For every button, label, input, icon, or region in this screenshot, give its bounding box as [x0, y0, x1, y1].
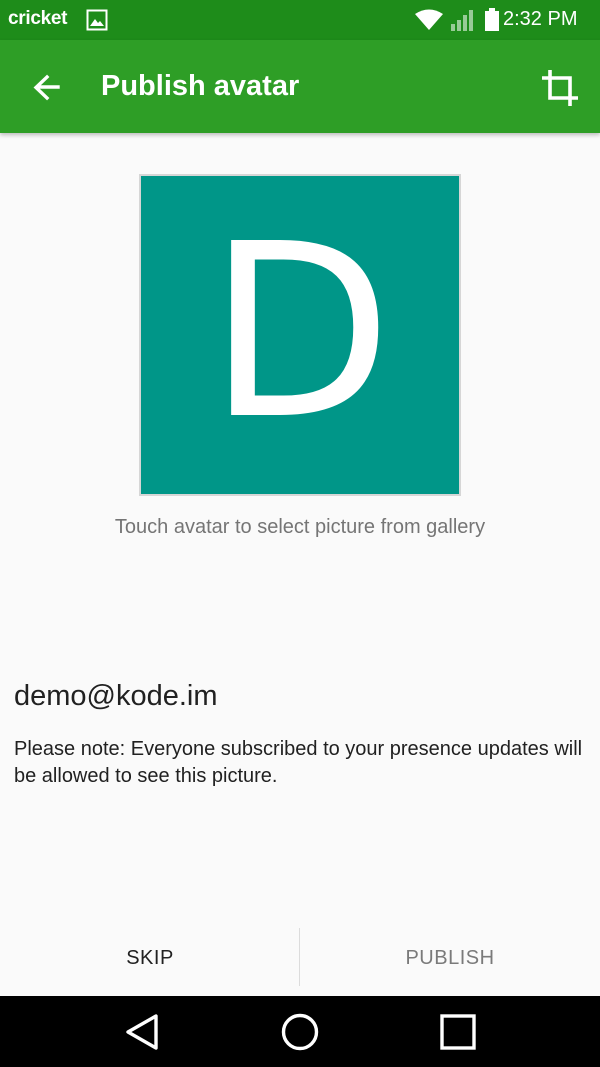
- gallery-icon: [86, 9, 108, 35]
- privacy-note: Please note: Everyone subscribed to your…: [14, 738, 583, 787]
- clock: 2:32 PM: [503, 8, 578, 30]
- app-bar: Publish avatar: [0, 40, 600, 133]
- signal-icon: [450, 9, 476, 35]
- battery-icon: [484, 8, 500, 36]
- nav-back-icon: [120, 1014, 164, 1058]
- screen: cricket 2:32 PM Publish avatar D Touch a…: [0, 0, 600, 1067]
- arrow-back-icon: [22, 74, 70, 116]
- back-button[interactable]: [22, 64, 70, 112]
- avatar-letter: D: [207, 192, 393, 472]
- crop-button[interactable]: [536, 64, 584, 112]
- publish-button[interactable]: PUBLISH: [300, 920, 600, 996]
- nav-home-button[interactable]: [278, 1010, 322, 1054]
- nav-recents-icon: [436, 1014, 480, 1058]
- page-title: Publish avatar: [101, 70, 300, 102]
- skip-button[interactable]: SKIP: [0, 920, 300, 996]
- account-jid: demo@kode.im: [14, 680, 218, 712]
- nav-home-icon: [278, 1013, 322, 1058]
- nav-recents-button[interactable]: [436, 1010, 480, 1054]
- avatar-hint: Touch avatar to select picture from gall…: [114, 516, 486, 538]
- avatar-picker[interactable]: D: [139, 174, 461, 496]
- crop-icon: [536, 70, 584, 116]
- button-bar: SKIP PUBLISH: [0, 920, 600, 996]
- navigation-bar: [0, 996, 600, 1067]
- carrier-name: cricket: [8, 8, 68, 29]
- wifi-icon: [414, 9, 444, 35]
- nav-back-button[interactable]: [120, 1010, 164, 1054]
- status-bar: cricket 2:32 PM: [0, 0, 600, 40]
